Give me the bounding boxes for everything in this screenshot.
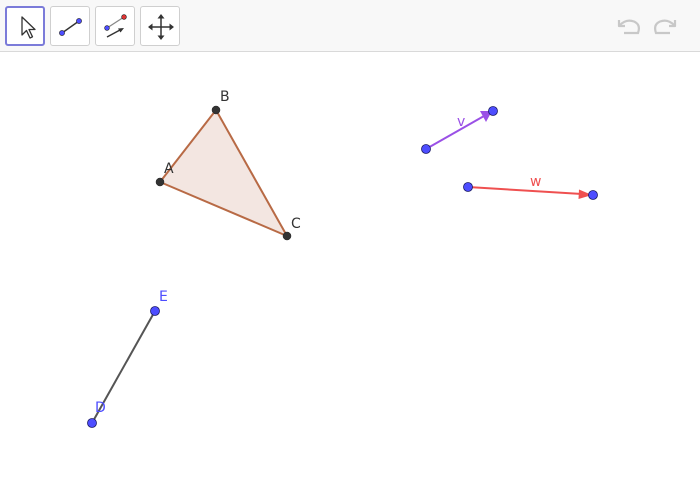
vector-v-label: v [457,114,465,130]
vector-v-end-point[interactable] [488,106,498,116]
vector-tool-button[interactable] [95,6,135,46]
point-e-label: E [159,289,168,305]
cursor-arrow-icon [21,16,36,39]
point-b-label: B [220,89,230,105]
point-d-label: D [95,400,106,416]
point-a-label: A [164,161,174,177]
vector-w-start-point[interactable] [463,182,473,192]
point-c[interactable] [282,231,292,241]
redo-icon [654,19,677,35]
vector-v[interactable] [425,115,485,150]
point-a[interactable] [155,177,165,187]
vector-w[interactable] [467,186,583,195]
toolbar [0,0,700,52]
point-e[interactable] [150,306,160,316]
undo-icon [617,19,640,35]
redo-button[interactable] [650,12,682,40]
move-graphics-view-button[interactable] [140,6,180,46]
move-tool-button[interactable] [5,6,45,46]
vector-w-end-point[interactable] [588,190,598,200]
vector-w-label: w [530,174,541,190]
point-d[interactable] [87,418,97,428]
vector-v-start-point[interactable] [421,144,431,154]
point-c-label: C [291,216,301,232]
move-arrows-icon [148,14,174,40]
vector-icon [104,14,127,38]
point-b[interactable] [211,105,221,115]
segment-icon [59,18,82,36]
geometry-app: A B C v w D E [0,0,700,500]
segment-tool-button[interactable] [50,6,90,46]
undo-button[interactable] [612,12,644,40]
graphics-view[interactable]: A B C v w D E [0,52,700,500]
triangle-abc[interactable] [160,110,287,236]
